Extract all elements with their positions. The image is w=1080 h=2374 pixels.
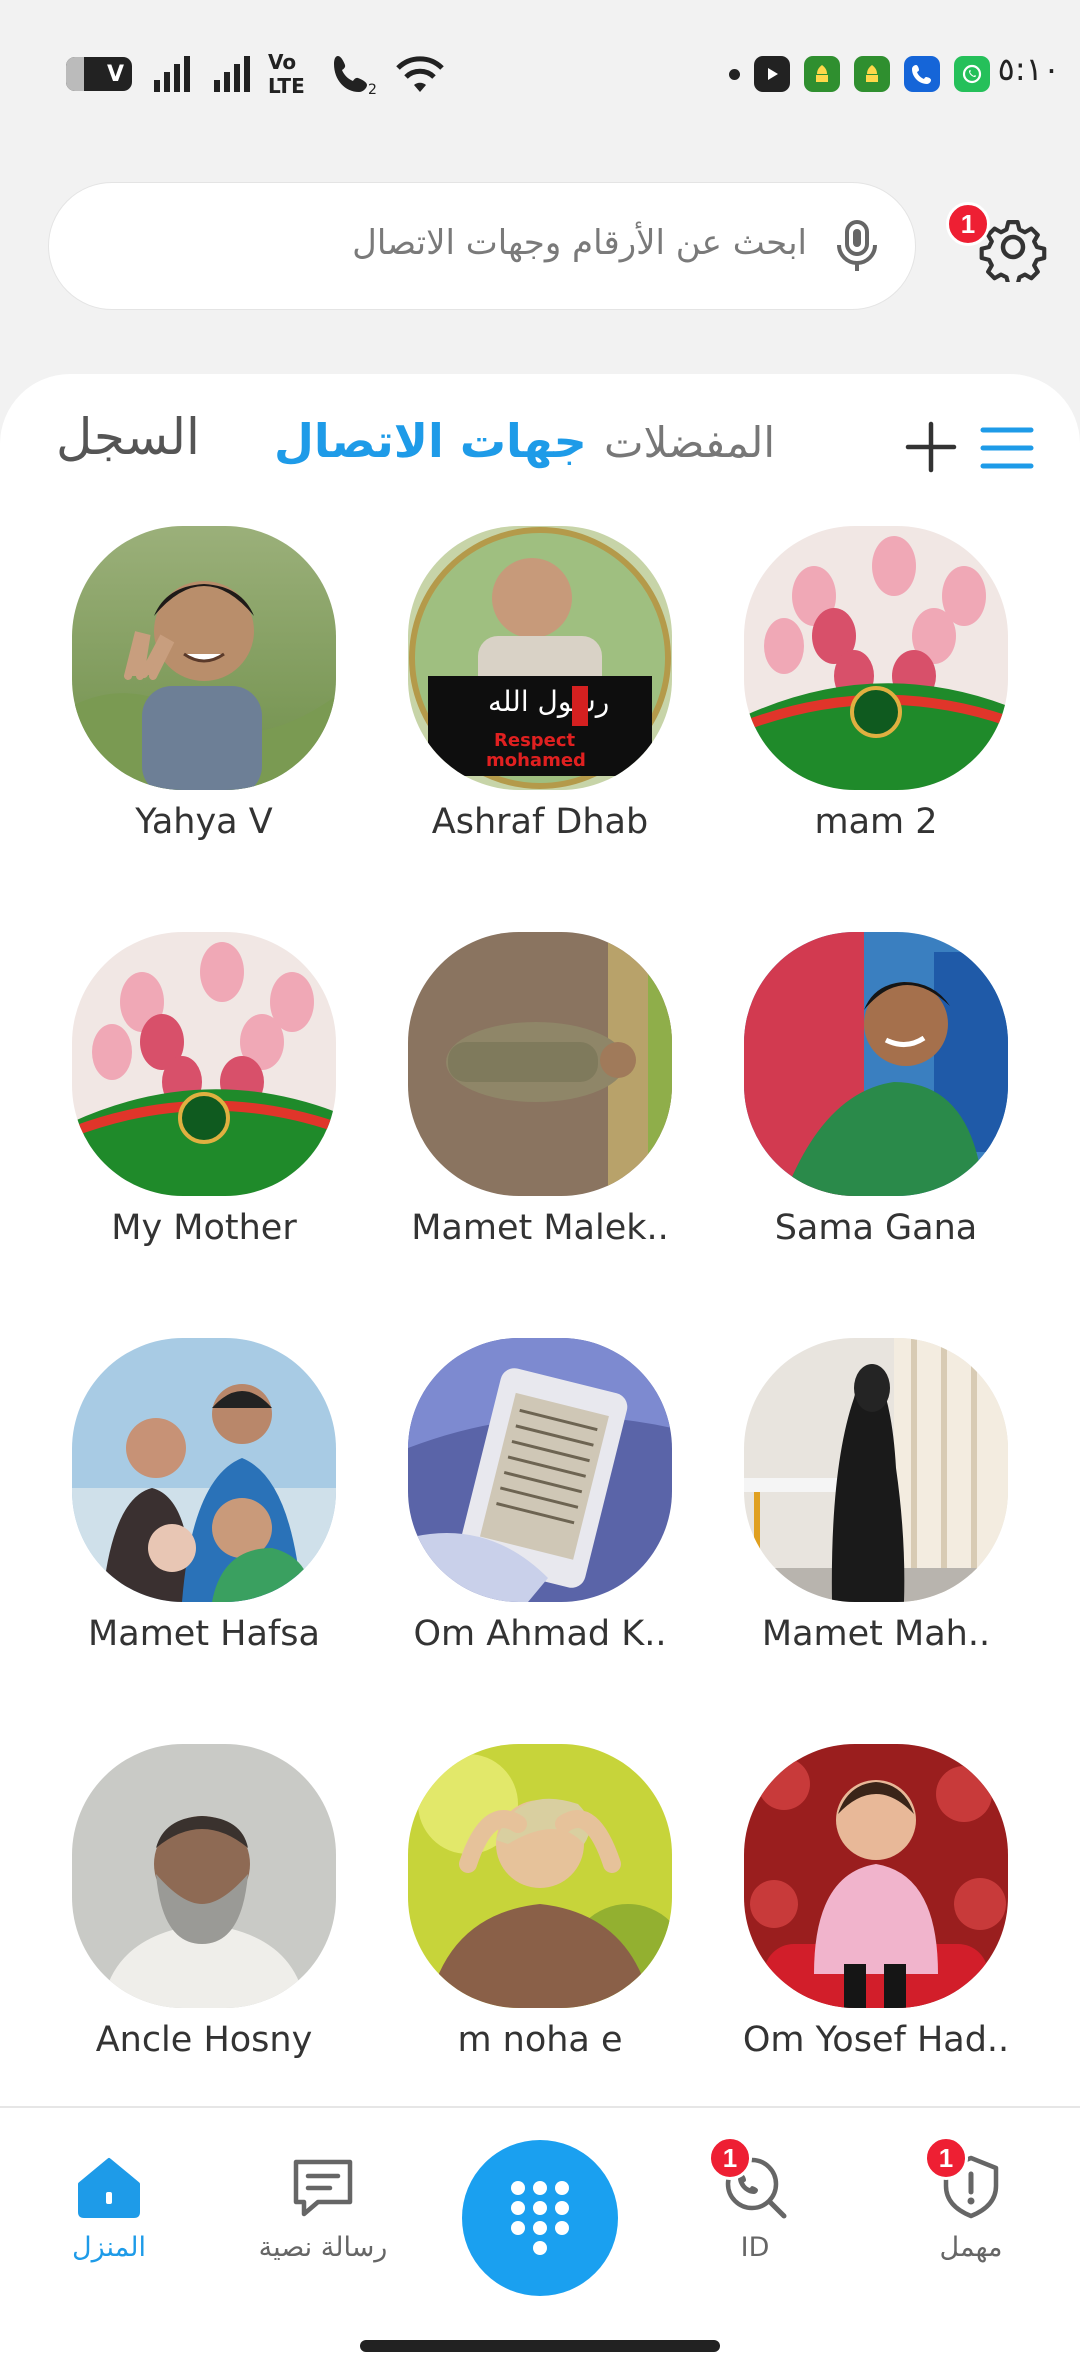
caller-id-badge: 1 — [708, 2136, 752, 2180]
mosque-app-icon-2 — [854, 56, 890, 92]
contact-card[interactable]: Sama Gana — [726, 932, 1026, 1248]
contact-card[interactable]: m noha e — [390, 1744, 690, 2060]
contact-name: My Mother — [111, 1208, 297, 1248]
contact-name: Ashraf Dhab — [431, 802, 649, 842]
contact-card[interactable]: Mamet Mah.. — [726, 1338, 1026, 1654]
volte-icon: Vo LTE — [268, 50, 305, 98]
nav-spam[interactable]: 1 مهمل — [886, 2136, 1056, 2263]
avatar — [744, 526, 1008, 790]
bottom-nav: المنزل رسالة نصية 1 ID 1 مهمل — [0, 2106, 1080, 2374]
phone-app-icon — [904, 56, 940, 92]
add-contact-button[interactable] — [904, 420, 958, 474]
avatar — [72, 932, 336, 1196]
search-placeholder: ابحث عن الأرقام وجهات الاتصال — [352, 223, 807, 263]
home-indicator[interactable] — [360, 2340, 720, 2352]
nav-home-label: المنزل — [72, 2232, 146, 2263]
avatar — [408, 1744, 672, 2008]
contact-card[interactable]: Ancle Hosny — [54, 1744, 354, 2060]
contact-card[interactable]: My Mother — [54, 932, 354, 1248]
caller-id-icon: 1 — [708, 2136, 790, 2222]
mic-icon[interactable] — [827, 217, 887, 277]
whatsapp-icon — [954, 56, 990, 92]
shield-alert-icon: 1 — [924, 2136, 1006, 2222]
home-icon — [74, 2152, 144, 2222]
call-status-icon: 2 — [330, 52, 380, 96]
settings-badge: 1 — [946, 202, 990, 246]
contact-name: mam 2 — [814, 802, 938, 842]
avatar — [408, 932, 672, 1196]
contact-card[interactable]: رسول الله Respect mohamed Ashraf Dhab — [390, 526, 690, 842]
contact-name: m noha e — [457, 2020, 623, 2060]
nav-messages[interactable]: رسالة نصية — [238, 2152, 408, 2263]
contact-card[interactable]: Yahya V — [54, 526, 354, 842]
menu-icon[interactable] — [980, 424, 1034, 472]
contact-name: Om Ahmad K.. — [413, 1614, 667, 1654]
wifi-icon — [394, 52, 446, 96]
tab-favorites[interactable]: المفضلات — [604, 418, 775, 467]
dialpad-icon — [511, 2181, 569, 2255]
nav-spam-label: مهمل — [939, 2232, 1003, 2263]
avatar — [72, 1744, 336, 2008]
avatar — [744, 932, 1008, 1196]
contact-card[interactable]: Om Yosef Had.. — [726, 1744, 1026, 2060]
dialpad-button[interactable] — [462, 2140, 618, 2296]
contact-name: Mamet Malek.. — [411, 1208, 669, 1248]
signal-icon-2 — [212, 52, 256, 96]
clock: ٥:١٠ — [997, 50, 1060, 88]
search-input[interactable]: ابحث عن الأرقام وجهات الاتصال — [48, 182, 916, 310]
nav-messages-label: رسالة نصية — [258, 2232, 388, 2263]
avatar: رسول الله Respect mohamed — [408, 526, 672, 790]
contact-card[interactable]: Om Ahmad K.. — [390, 1338, 690, 1654]
nav-home[interactable]: المنزل — [24, 2152, 194, 2263]
avatar — [408, 1338, 672, 1602]
battery-icon: V — [66, 52, 132, 96]
mosque-app-icon — [804, 56, 840, 92]
contact-name: Yahya V — [135, 802, 273, 842]
tab-log[interactable]: السجل — [56, 408, 200, 466]
rasool-text: رسول الله — [488, 685, 609, 718]
respect-text: Respect — [494, 730, 576, 751]
contact-card[interactable]: Mamet Hafsa — [54, 1338, 354, 1654]
youtube-icon — [754, 56, 790, 92]
contact-card[interactable]: mam 2 — [726, 526, 1026, 842]
tab-contacts[interactable]: جهات الاتصال — [274, 414, 587, 468]
contact-card[interactable]: Mamet Malek.. — [390, 932, 690, 1248]
contact-name: Mamet Mah.. — [761, 1614, 991, 1654]
volte-lte: LTE — [268, 74, 305, 98]
contact-name: Mamet Hafsa — [88, 1614, 320, 1654]
signal-icon — [152, 52, 196, 96]
volte-vo: Vo — [268, 50, 297, 74]
avatar — [744, 1338, 1008, 1602]
nav-id-label: ID — [740, 2232, 770, 2263]
avatar — [744, 1744, 1008, 2008]
avatar — [72, 526, 336, 790]
contact-name: Sama Gana — [774, 1208, 978, 1248]
status-bar: V Vo LTE 2 ٥:١٠ — [0, 0, 1080, 140]
avatar — [72, 1338, 336, 1602]
battery-label: V — [106, 61, 124, 87]
svg-text:2: 2 — [368, 82, 377, 96]
mohamed-text: mohamed — [486, 750, 586, 771]
contact-name: Ancle Hosny — [95, 2020, 313, 2060]
notification-icons — [729, 52, 990, 96]
message-icon — [288, 2152, 358, 2222]
contact-name: Om Yosef Had.. — [742, 2020, 1010, 2060]
nav-caller-id[interactable]: 1 ID — [670, 2136, 840, 2263]
spam-badge: 1 — [924, 2136, 968, 2180]
dot-icon — [729, 68, 740, 80]
contacts-panel: السجل جهات الاتصال المفضلات Yahya V رسول… — [0, 374, 1080, 2114]
